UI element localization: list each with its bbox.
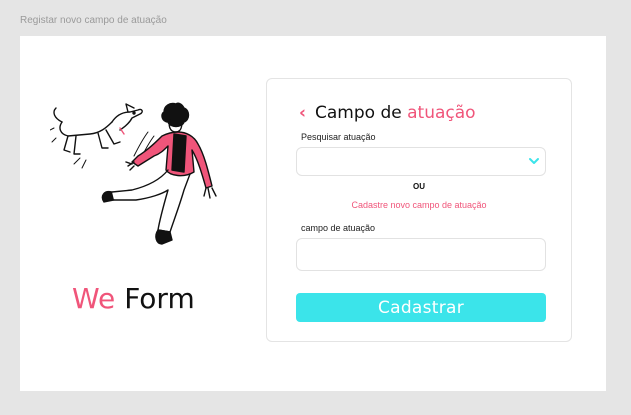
person-drawing [101,102,217,245]
chevron-left-icon[interactable]: ‹ [299,104,306,122]
or-divider: OU [413,182,425,191]
main-frame: We Form ‹ Campo de atuação Pesquisar atu… [20,36,606,391]
title-part-1: Campo de [315,103,408,123]
jumping-person-with-dog-illustration [50,102,217,245]
search-select[interactable] [296,147,546,176]
submit-button[interactable]: Cadastrar [296,293,546,322]
form-card: ‹ Campo de atuação Pesquisar atuação OU … [266,78,572,342]
frame-label: Registar novo campo de atuação [20,15,167,26]
card-header: ‹ Campo de atuação [299,103,476,123]
field-label: campo de atuação [301,223,376,233]
register-new-field-link[interactable]: Cadastre novo campo de atuação [267,200,571,210]
chevron-down-icon[interactable] [528,155,540,167]
dog-drawing [53,103,143,155]
field-input[interactable] [296,238,546,271]
title-part-2: atuação [407,103,476,123]
brand-word-form: Form [124,282,195,315]
brand-logo: We Form [72,282,195,315]
page-title: Campo de atuação [315,103,476,123]
brand-word-we: We [72,282,116,315]
search-label: Pesquisar atuação [301,132,376,142]
